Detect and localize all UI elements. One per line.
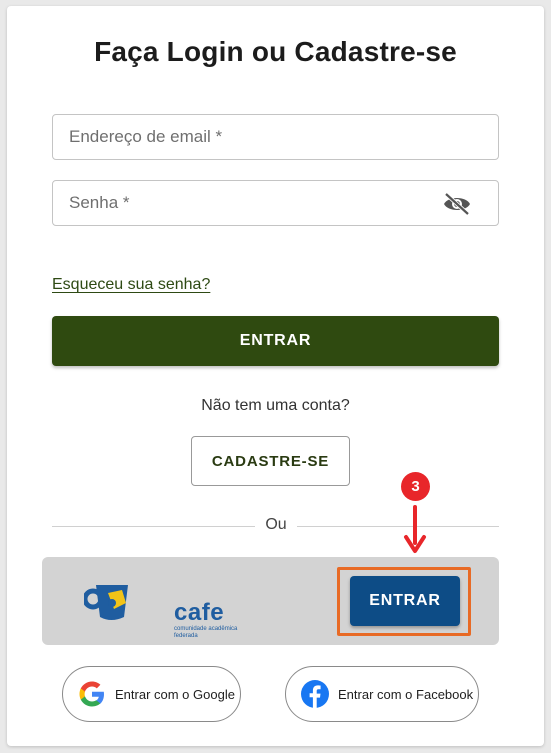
email-input[interactable] (53, 115, 498, 159)
google-icon (79, 681, 104, 707)
password-field[interactable] (52, 180, 499, 226)
password-input[interactable] (53, 181, 498, 225)
google-login-label: Entrar com o Google (115, 686, 235, 702)
no-account-text: Não tem uma conta? (201, 397, 350, 414)
cafe-login-button[interactable]: ENTRAR (350, 576, 460, 626)
facebook-login-button[interactable]: Entrar com o Facebook (285, 666, 479, 722)
cafe-logo-word: cafe (174, 599, 225, 626)
step-badge: 3 (401, 472, 430, 501)
divider-line-right (297, 526, 499, 527)
signup-button[interactable]: CADASTRE-SE (191, 436, 350, 486)
google-login-button[interactable]: Entrar com o Google (62, 666, 241, 722)
cafe-logo: cafe comunidade acadêmica federada (82, 577, 237, 639)
login-button[interactable]: ENTRAR (52, 316, 499, 366)
facebook-icon (301, 680, 329, 708)
arrow-down-icon (404, 505, 426, 553)
eye-off-icon[interactable] (442, 192, 472, 216)
cafe-logo-subtitle: comunidade acadêmica federada (174, 626, 238, 639)
cafe-cup-icon (82, 585, 128, 620)
email-field[interactable] (52, 114, 499, 160)
divider-text: Ou (265, 516, 287, 533)
facebook-login-label: Entrar com o Facebook (338, 686, 474, 702)
divider-line-left (52, 526, 255, 527)
page-title: Faça Login ou Cadastre-se (94, 36, 457, 67)
cafe-login-panel: cafe comunidade acadêmica federada ENTRA… (42, 557, 499, 645)
forgot-password-link[interactable]: Esqueceu sua senha? (52, 276, 210, 294)
